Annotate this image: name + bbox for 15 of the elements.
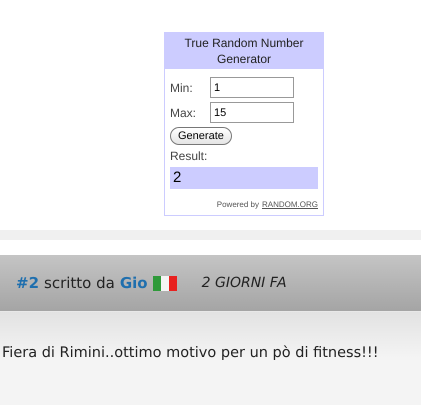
result-label: Result: bbox=[170, 149, 208, 163]
max-label: Max: bbox=[170, 104, 198, 122]
result-value: 2 bbox=[170, 167, 318, 189]
widget-title: True Random Number Generator bbox=[165, 33, 323, 69]
comment-number: #2 bbox=[16, 272, 40, 294]
min-label: Min: bbox=[170, 80, 194, 96]
powered-by-text: Powered by bbox=[216, 199, 259, 211]
comment-time: 2 GIORNI FA bbox=[202, 274, 287, 292]
generate-button[interactable]: Generate bbox=[170, 127, 232, 145]
written-by-text: scritto da bbox=[44, 272, 115, 294]
min-field[interactable]: 1 bbox=[210, 77, 294, 98]
max-field[interactable]: 15 bbox=[210, 102, 294, 123]
italy-flag-icon bbox=[152, 276, 177, 290]
random-org-link[interactable]: RANDOM.ORG bbox=[262, 199, 318, 211]
comment-text: Fiera di Rimini..ottimo motivo per un pò di fitness!!! bbox=[2, 344, 380, 363]
